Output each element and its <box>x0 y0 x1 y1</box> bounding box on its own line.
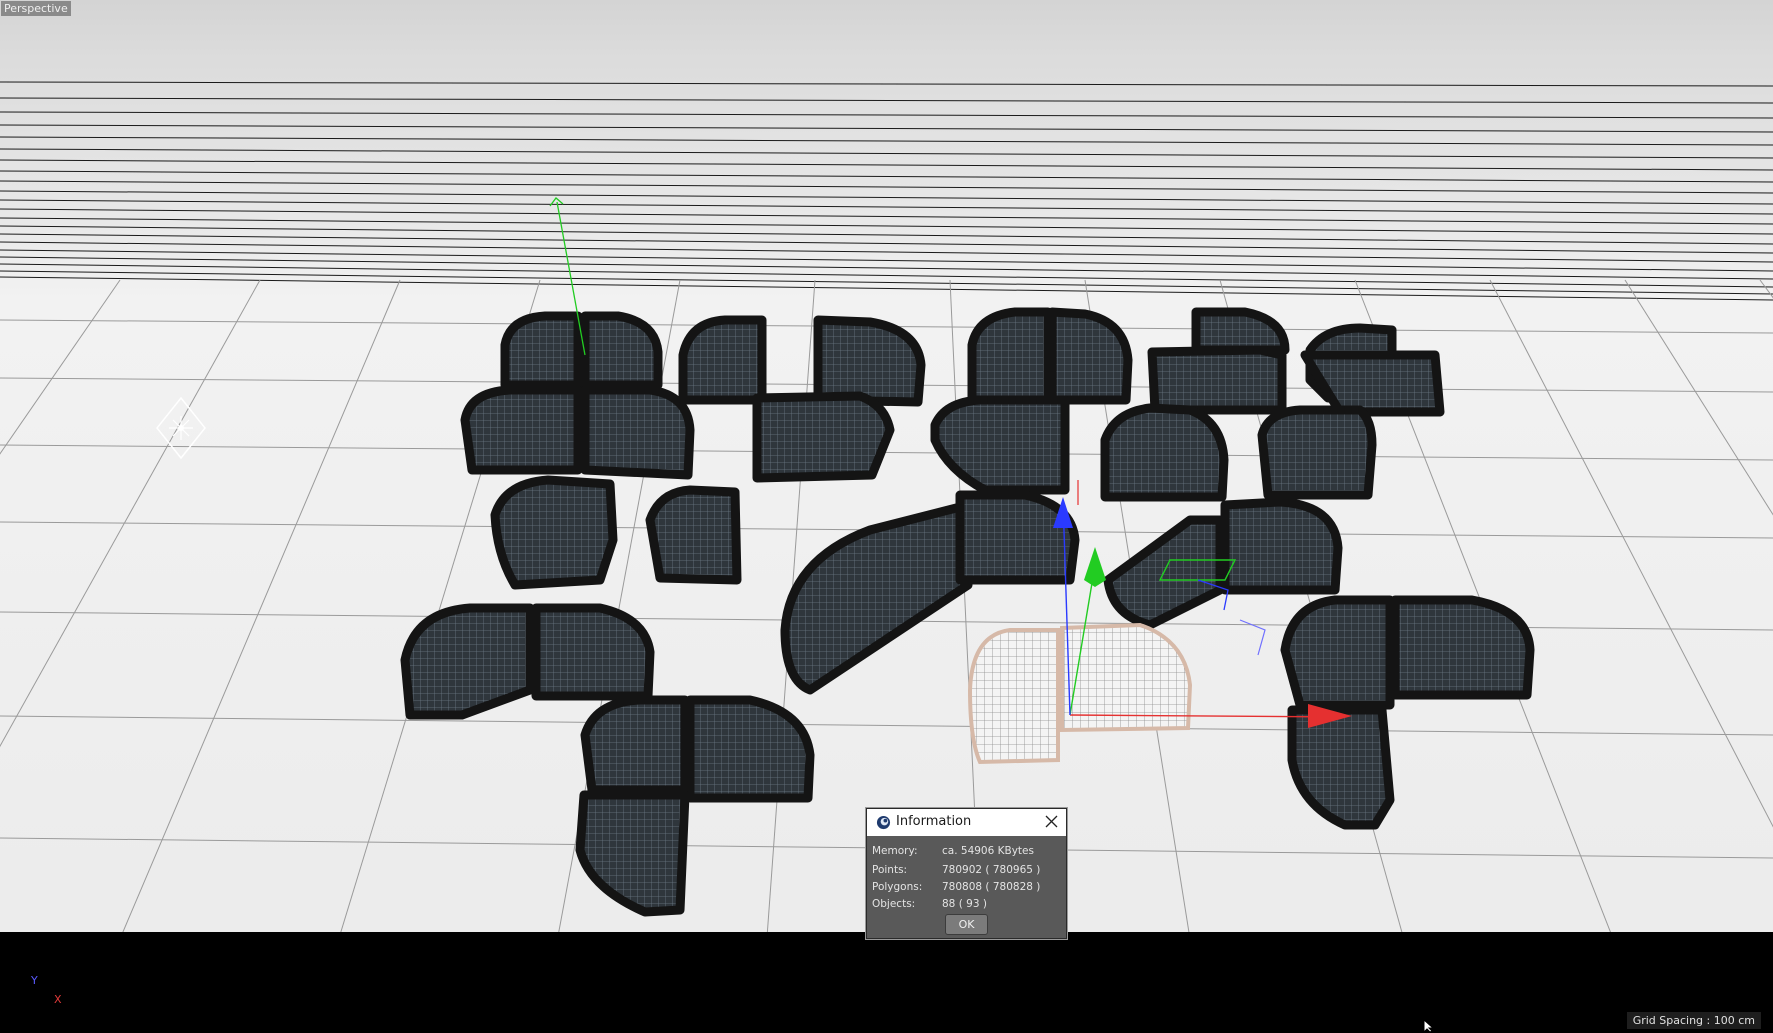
sofa-module <box>1191 307 1290 355</box>
info-value: 780808 ( 780828 ) <box>942 881 1041 893</box>
close-icon[interactable] <box>1043 813 1060 830</box>
sofa-module <box>500 311 583 390</box>
axis-x-label: X <box>54 993 62 1006</box>
sofa-module <box>1047 307 1133 405</box>
view-name-label[interactable]: Perspective <box>1 1 71 16</box>
sofa-module <box>685 695 815 803</box>
ok-button[interactable]: OK <box>945 914 988 935</box>
sofa-module <box>1287 705 1395 830</box>
sofa-module <box>1100 403 1229 502</box>
info-row-polygons: Polygons: 780808 ( 780828 ) <box>872 881 1062 896</box>
sofa-module <box>580 695 690 795</box>
sofa-module <box>1257 405 1377 500</box>
sofa-module <box>645 485 742 585</box>
sofa-module <box>1300 350 1445 417</box>
sofa-module <box>752 391 895 483</box>
information-dialog[interactable]: Information Memory: ca. 54906 KBytes Poi… <box>866 808 1067 939</box>
mouse-cursor-icon <box>1423 1019 1435 1033</box>
axis-y-label: Y <box>31 974 38 987</box>
selected-sofa[interactable] <box>967 622 1193 765</box>
light-icon[interactable] <box>156 396 206 460</box>
info-label: Memory: <box>872 845 918 857</box>
grid-spacing-label: Grid Spacing : 100 cm <box>1626 1012 1761 1029</box>
dialog-titlebar[interactable]: Information <box>867 809 1066 836</box>
sofa-module <box>1390 595 1535 700</box>
info-label: Polygons: <box>872 881 923 893</box>
sofa-module <box>1147 345 1287 415</box>
horizon-lines <box>0 81 1773 301</box>
sofa-module <box>575 790 690 917</box>
sofa-module <box>1220 497 1343 595</box>
sofa-module <box>490 475 618 590</box>
sofa-module <box>531 603 655 701</box>
cinema4d-icon <box>876 815 891 830</box>
info-row-objects: Objects: 88 ( 93 ) <box>872 898 1062 913</box>
sofa-module <box>580 311 663 390</box>
info-row-points: Points: 780902 ( 780965 ) <box>872 864 1062 879</box>
dialog-title: Information <box>896 814 972 829</box>
sofa-module <box>955 490 1080 585</box>
sofa-module <box>930 395 1070 495</box>
sofa-module <box>678 315 767 405</box>
viewport-footer: Grid Spacing : 100 cm <box>0 932 1773 1033</box>
info-label: Points: <box>872 864 908 876</box>
info-value: 780902 ( 780965 ) <box>942 864 1041 876</box>
sofa-module <box>780 500 973 695</box>
info-row-memory: Memory: ca. 54906 KBytes <box>872 845 1062 860</box>
sofa-module <box>813 315 926 407</box>
info-value: ca. 54906 KBytes <box>942 845 1034 857</box>
sofa-module <box>400 603 535 720</box>
info-value: 88 ( 93 ) <box>942 898 987 910</box>
sofa-module <box>1280 595 1395 710</box>
sofa-module <box>580 385 695 480</box>
info-label: Objects: <box>872 898 916 910</box>
sofa-module <box>460 385 583 475</box>
sofa-module <box>967 307 1053 405</box>
